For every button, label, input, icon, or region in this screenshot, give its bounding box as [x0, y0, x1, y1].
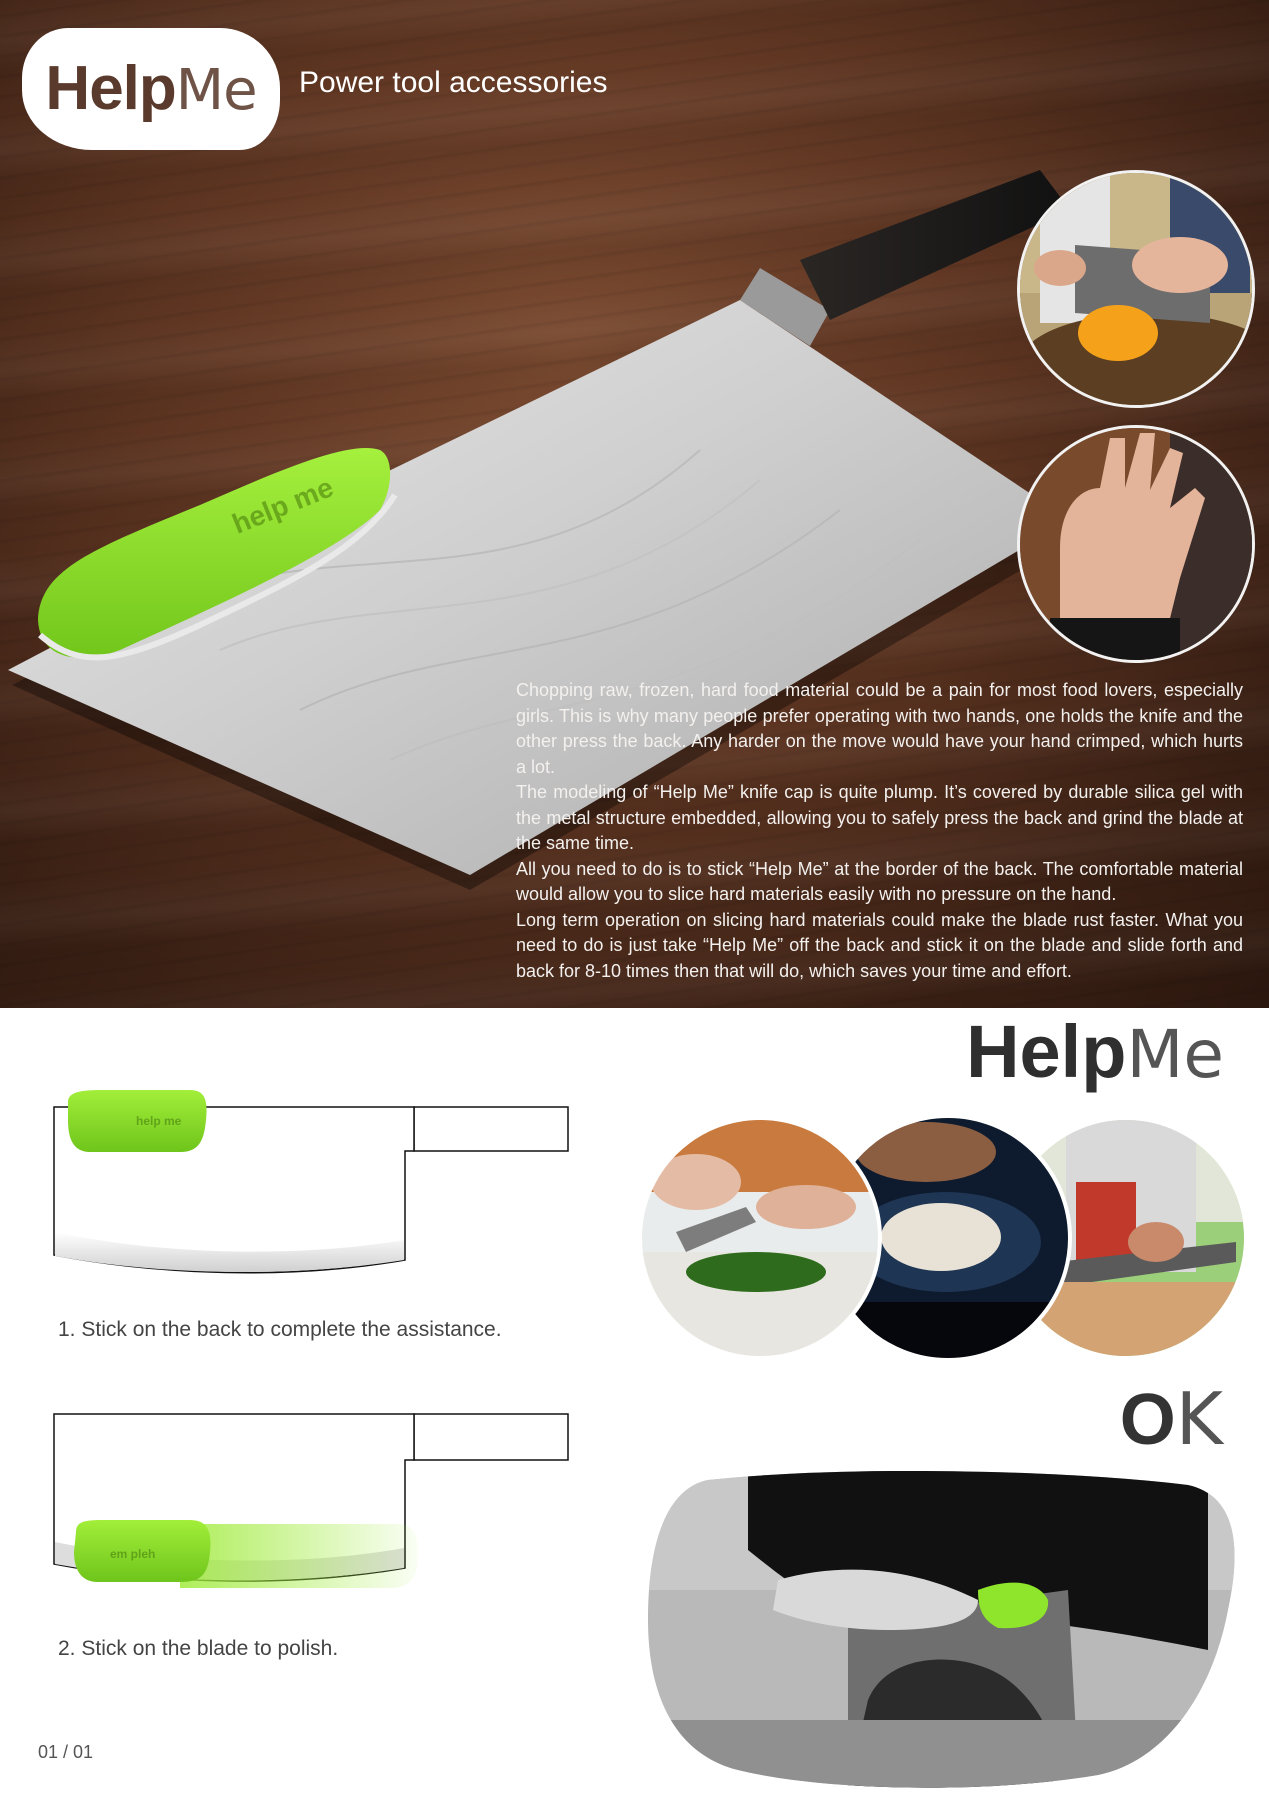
logo-bold: Help: [45, 54, 176, 123]
product-description: Chopping raw, frozen, hard food material…: [516, 678, 1243, 984]
brand-wordmark-bottom: HelpMe: [966, 1015, 1224, 1089]
tagline: Power tool accessories: [299, 66, 608, 99]
photo-trio: [638, 1114, 1244, 1362]
description-paragraph: The modeling of “Help Me” knife cap is q…: [516, 782, 1243, 853]
diagram-step-blade: em pleh: [53, 1413, 569, 1588]
helpme-logo: HelpMe: [22, 28, 280, 150]
description-paragraph: All you need to do is to stick “Help Me”…: [516, 858, 1243, 905]
page-number: 01 / 01: [38, 1742, 94, 1762]
photo-pressing-cleaver: [648, 1470, 1235, 1788]
photo-chopping-herbs: [638, 1116, 882, 1360]
ok-wordmark: OK: [1120, 1383, 1223, 1456]
logo-wordmark: HelpMe: [45, 58, 258, 123]
photo-palm: [1017, 425, 1255, 663]
step-2-label: 2. Stick on the blade to polish.: [58, 1637, 339, 1660]
hero-banner: HelpMe Power tool accessories help me Ch…: [0, 0, 1269, 1008]
photo-two-hand-chopping: [1017, 170, 1255, 408]
diagram-cap-label: help me: [136, 1114, 182, 1128]
brand-bold: Help: [966, 1010, 1127, 1093]
diagram-step-back: help me: [53, 1090, 569, 1274]
description-paragraph: Chopping raw, frozen, hard food material…: [516, 680, 1243, 777]
description-paragraph: Long term operation on slicing hard mate…: [516, 909, 1243, 981]
diagram-cap-label-mirrored: em pleh: [110, 1547, 155, 1561]
ok-bold: O: [1119, 1380, 1176, 1460]
step-1-label: 1. Stick on the back to complete the ass…: [58, 1318, 502, 1341]
logo-thin: Me: [175, 58, 258, 123]
brand-thin: Me: [1126, 1016, 1224, 1093]
ok-thin: K: [1175, 1377, 1223, 1461]
